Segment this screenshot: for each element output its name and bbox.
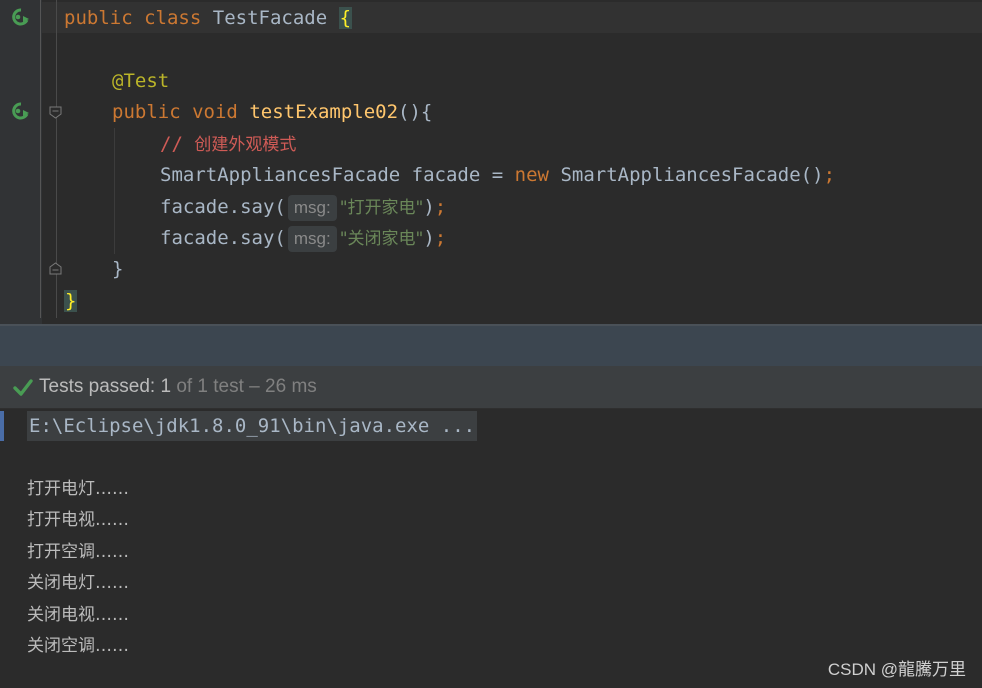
status-detail: of 1 test – 26 ms <box>176 376 317 397</box>
variable-name: facade <box>411 164 481 186</box>
keyword: public <box>112 101 181 123</box>
console-line: 打开电视…… <box>27 510 129 530</box>
comment-text: 创建外观模式 <box>194 135 297 155</box>
console-output[interactable]: E:\Eclipse\jdk1.8.0_91\bin\java.exe ... … <box>0 409 982 688</box>
code-line-method-decl: public void testExample02(){ <box>112 97 432 127</box>
code-line-method-close: } <box>112 254 123 284</box>
param-hint: msg: <box>287 226 337 252</box>
console-line: 关闭空调…… <box>27 636 129 656</box>
class-name: TestFacade <box>212 7 328 29</box>
call-target: facade.say( <box>160 227 286 249</box>
call-target: facade.say( <box>160 196 286 218</box>
method-name: testExample02 <box>249 101 399 123</box>
keyword: void <box>192 101 238 123</box>
code-line-facade-new: SmartAppliancesFacade facade = new Smart… <box>160 160 835 190</box>
code-line-class-close: } <box>64 286 78 316</box>
brace: } <box>112 258 124 280</box>
console-marker <box>0 411 4 441</box>
run-test-icon[interactable] <box>12 8 30 26</box>
code-line-annotation: @Test <box>112 66 169 96</box>
indent-guide <box>114 128 115 254</box>
panel-divider[interactable] <box>0 324 982 368</box>
brace-highlight: } <box>64 290 78 312</box>
keyword: class <box>144 7 202 29</box>
operator: = <box>491 164 504 186</box>
fold-icon[interactable] <box>49 106 62 119</box>
comment-slashes: // <box>160 133 183 155</box>
console-line: 打开空调…… <box>27 542 129 562</box>
parens: () <box>800 164 824 186</box>
console-command[interactable]: E:\Eclipse\jdk1.8.0_91\bin\java.exe ... <box>27 411 478 441</box>
status-prefix: Tests passed: <box>39 376 156 397</box>
close-paren: ) <box>423 196 435 218</box>
code-editor[interactable]: public class TestFacade { @Test public v… <box>0 0 982 324</box>
keyword: new <box>514 164 549 186</box>
method-parens: (){ <box>398 101 433 123</box>
check-icon <box>13 379 33 396</box>
watermark: CSDN @龍騰万里 <box>827 660 966 679</box>
console-line: 关闭电灯…… <box>27 573 129 593</box>
test-status-bar: Tests passed: 1 of 1 test – 26 ms <box>0 366 982 409</box>
type-name: SmartAppliancesFacade <box>160 164 401 186</box>
close-paren: ) <box>423 227 435 249</box>
console-line: 打开电灯…… <box>27 479 129 499</box>
constructor-name: SmartAppliancesFacade <box>560 164 801 186</box>
semicolon: ; <box>434 227 447 249</box>
status-passed-count: 1 <box>160 376 172 397</box>
param-hint: msg: <box>287 195 337 221</box>
run-test-icon[interactable] <box>12 102 30 120</box>
brace-highlight: { <box>338 7 353 29</box>
semicolon: ; <box>823 164 836 186</box>
code-line-comment: // 创建外观模式 <box>160 129 296 159</box>
console-line: 关闭电视…… <box>27 605 129 625</box>
string-literal: "关闭家电" <box>339 229 424 249</box>
semicolon: ; <box>434 196 447 218</box>
keyword: public <box>64 7 133 29</box>
test-status-text: Tests passed: 1 of 1 test – 26 ms <box>39 375 317 399</box>
gutter <box>0 0 42 324</box>
gutter-divider <box>40 0 41 318</box>
fold-icon[interactable] <box>49 262 62 275</box>
annotation: @Test <box>112 70 170 92</box>
code-line-say-close: facade.say(msg: "关闭家电"); <box>160 223 446 253</box>
code-line-say-open: facade.say(msg: "打开家电"); <box>160 192 446 222</box>
string-literal: "打开家电" <box>339 198 424 218</box>
code-line-class-decl: public class TestFacade { <box>64 3 353 33</box>
